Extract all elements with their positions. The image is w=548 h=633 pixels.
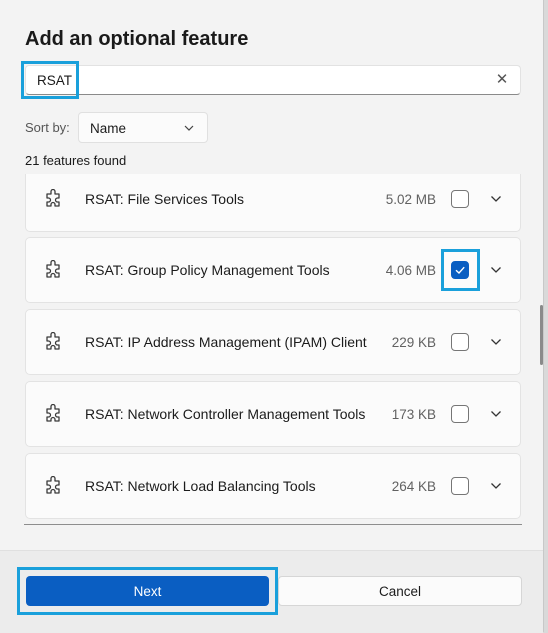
dialog-title: Add an optional feature xyxy=(25,28,249,50)
feature-name: RSAT: File Services Tools xyxy=(85,191,244,207)
feature-name: RSAT: Group Policy Management Tools xyxy=(85,262,330,278)
search-highlight-box xyxy=(21,61,79,99)
feature-size: 173 KB xyxy=(391,407,436,422)
feature-checkbox[interactable] xyxy=(451,333,469,351)
chevron-down-icon[interactable] xyxy=(490,408,502,420)
feature-name: RSAT: IP Address Management (IPAM) Clien… xyxy=(85,334,367,350)
feature-size: 229 KB xyxy=(391,335,436,350)
feature-checkbox[interactable] xyxy=(451,477,469,495)
checkbox-highlight-box xyxy=(441,249,480,291)
feature-checkbox[interactable] xyxy=(451,405,469,423)
puzzle-icon xyxy=(46,332,60,350)
chevron-down-icon[interactable] xyxy=(490,264,502,276)
add-optional-feature-dialog: Add an optional feature RSAT ✕ Sort by: … xyxy=(0,0,544,633)
feature-list: RSAT: File Services Tools 5.02 MB RSAT: … xyxy=(24,174,524,525)
chevron-down-icon xyxy=(184,125,194,131)
cancel-button[interactable]: Cancel xyxy=(278,576,522,606)
feature-size: 264 KB xyxy=(391,479,436,494)
chevron-down-icon[interactable] xyxy=(490,193,502,205)
feature-row[interactable]: RSAT: Network Controller Management Tool… xyxy=(25,381,521,447)
close-icon[interactable]: ✕ xyxy=(494,72,510,88)
search-input[interactable]: RSAT ✕ xyxy=(25,65,521,95)
list-divider xyxy=(24,524,522,525)
sort-label: Sort by: xyxy=(25,120,70,135)
feature-row[interactable]: RSAT: File Services Tools 5.02 MB xyxy=(25,174,521,232)
feature-row[interactable]: RSAT: IP Address Management (IPAM) Clien… xyxy=(25,309,521,375)
puzzle-icon xyxy=(46,189,60,207)
results-count: 21 features found xyxy=(25,153,127,168)
feature-row[interactable]: RSAT: Network Load Balancing Tools 264 K… xyxy=(25,453,521,519)
feature-name: RSAT: Network Load Balancing Tools xyxy=(85,478,316,494)
puzzle-icon xyxy=(46,476,60,494)
puzzle-icon xyxy=(46,260,60,278)
sort-selected-value: Name xyxy=(90,121,127,136)
scrollbar-thumb[interactable] xyxy=(540,305,543,365)
feature-size: 5.02 MB xyxy=(385,192,436,207)
puzzle-icon xyxy=(46,404,60,422)
sort-dropdown[interactable]: Name xyxy=(78,112,208,143)
next-button-highlight-box xyxy=(17,567,278,615)
feature-size: 4.06 MB xyxy=(385,263,436,278)
feature-name: RSAT: Network Controller Management Tool… xyxy=(85,406,366,422)
feature-checkbox[interactable] xyxy=(451,190,469,208)
chevron-down-icon[interactable] xyxy=(490,336,502,348)
chevron-down-icon[interactable] xyxy=(490,480,502,492)
